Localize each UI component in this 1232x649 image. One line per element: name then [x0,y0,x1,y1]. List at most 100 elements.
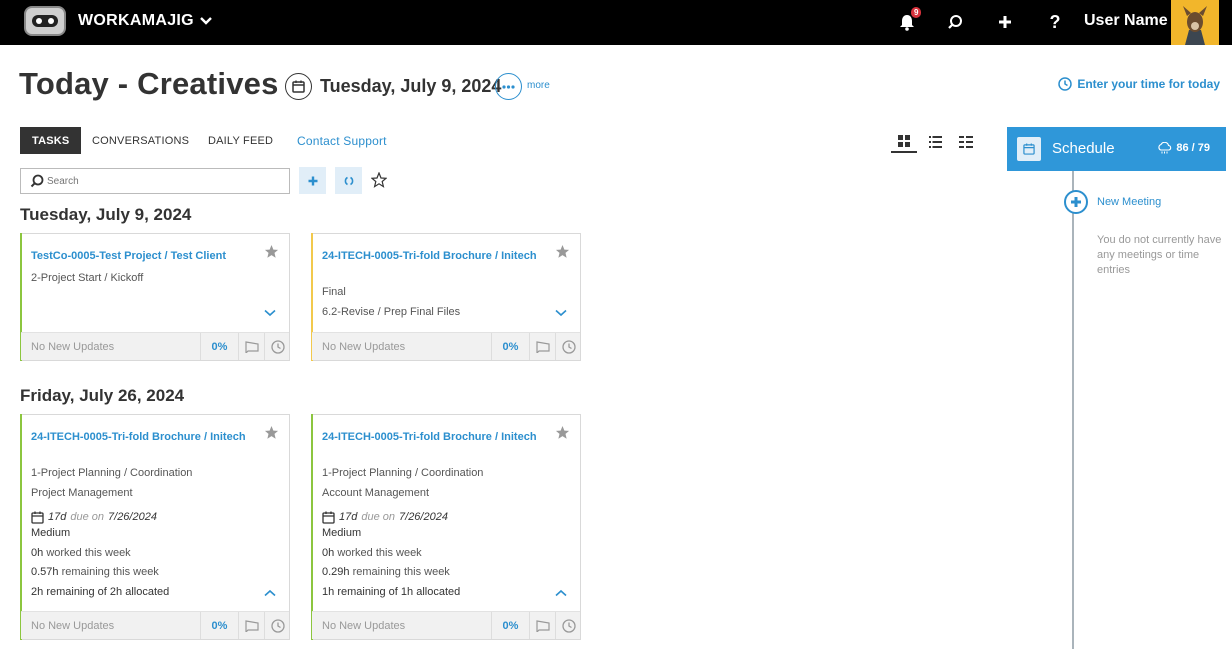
create-button[interactable] [993,10,1017,34]
task-phase: 1-Project Planning / Coordination [31,467,193,479]
list-view-icon [928,136,942,148]
due-date: 7/26/2024 [399,511,448,523]
add-task-button[interactable] [299,167,326,194]
plus-icon [999,16,1011,28]
time-entry-button[interactable] [555,612,581,639]
refresh-icon [344,176,353,185]
contact-support-link[interactable]: Contact Support [285,127,399,154]
task-title[interactable]: 24-ITECH-0005-Tri-fold Brochure / Initec… [322,248,542,264]
worked-this-week: 0h worked this week [31,546,131,560]
schedule-timeline [1072,171,1074,649]
search-button[interactable] [943,10,967,34]
robot-logo-icon[interactable] [24,6,66,36]
remaining-text: remaining this week [352,566,450,578]
worked-text: worked this week [337,547,422,559]
plus-icon [308,176,317,185]
ellipsis-icon [502,84,515,89]
message-button[interactable] [529,612,555,639]
grid-view-button[interactable] [891,131,917,153]
alloc-end: allocated [125,586,170,598]
remaining-text: remaining this week [61,566,159,578]
allocation: 1h remaining of 1h allocated [322,585,460,599]
task-title[interactable]: 24-ITECH-0005-Tri-fold Brochure / Initec… [322,429,542,445]
clock-icon [561,339,576,354]
due-info: 17d due on 7/26/2024 [31,510,157,524]
percent-complete[interactable]: 0% [491,612,529,639]
notification-count-badge: 9 [911,7,922,18]
empty-schedule-message: You do not currently have any meetings o… [1097,234,1222,276]
alloc-remaining: 2h [31,586,44,598]
task-card[interactable]: 24-ITECH-0005-Tri-fold Brochure / Initec… [311,233,581,361]
message-button[interactable] [529,333,555,360]
message-icon [244,619,259,632]
star-icon[interactable] [555,425,570,440]
schedule-label: Schedule [1052,140,1115,157]
new-meeting-label[interactable]: New Meeting [1097,196,1161,208]
enter-time-label: Enter your time for today [1077,77,1220,91]
app-switcher[interactable]: WORKAMAJIG [78,12,212,30]
tab-daily-feed[interactable]: DAILY FEED [196,127,285,154]
compact-list-view-button[interactable] [953,131,979,153]
tab-tasks[interactable]: TASKS [20,127,82,154]
calendar-icon [1017,137,1041,161]
list-view-button[interactable] [922,131,948,153]
percent-complete[interactable]: 0% [491,333,529,360]
task-stage: Final [322,286,346,298]
help-button[interactable]: ? [1043,10,1067,34]
due-word: due on [70,511,105,523]
due-date: 7/26/2024 [108,511,157,523]
date-picker-button[interactable] [285,73,312,100]
message-button[interactable] [238,333,264,360]
plus-icon [1071,197,1081,207]
calendar-icon [322,511,335,524]
star-icon[interactable] [264,244,279,259]
message-icon [535,340,550,353]
search-icon [948,15,962,29]
remaining-hours: 0.29h [322,566,350,578]
chevron-up-icon[interactable] [264,589,276,597]
task-title[interactable]: 24-ITECH-0005-Tri-fold Brochure / Initec… [31,429,251,445]
chevron-down-icon[interactable] [264,309,276,317]
search-input[interactable] [47,173,277,189]
schedule-header[interactable]: Schedule 86 / 79 [1007,127,1226,171]
user-name[interactable]: User Name [1084,12,1168,30]
enter-time-link[interactable]: Enter your time for today [1058,77,1220,91]
calendar-icon [292,80,305,93]
chevron-down-icon [200,17,212,25]
message-icon [244,340,259,353]
chevron-up-icon[interactable] [555,589,567,597]
favorites-filter-button[interactable] [370,171,388,193]
star-icon[interactable] [555,244,570,259]
new-meeting-button[interactable] [1064,190,1088,214]
updates-status: No New Updates [322,341,406,353]
due-info: 17d due on 7/26/2024 [322,510,448,524]
user-avatar[interactable] [1171,0,1219,45]
more-button[interactable] [495,73,522,100]
time-entry-button[interactable] [555,333,581,360]
task-card[interactable]: 24-ITECH-0005-Tri-fold Brochure / Initec… [311,414,581,640]
star-icon[interactable] [264,425,279,440]
task-card[interactable]: 24-ITECH-0005-Tri-fold Brochure / Initec… [20,414,290,640]
message-button[interactable] [238,612,264,639]
remaining-this-week: 0.29h remaining this week [322,565,450,579]
worked-this-week: 0h worked this week [322,546,422,560]
percent-complete[interactable]: 0% [200,333,238,360]
alloc-total: 1h [400,586,414,598]
grid-view-icon [898,135,910,147]
time-entry-button[interactable] [264,612,290,639]
time-entry-button[interactable] [264,333,290,360]
tab-conversations[interactable]: CONVERSATIONS [80,127,201,154]
worked-hours: 0h [31,547,44,559]
refresh-button[interactable] [335,167,362,194]
app-name: WORKAMAJIG [78,12,194,29]
more-label[interactable]: more [527,80,550,91]
task-duration: 17d [339,511,358,523]
percent-complete[interactable]: 0% [200,612,238,639]
chevron-down-icon[interactable] [555,309,567,317]
task-card[interactable]: TestCo-0005-Test Project / Test Client 2… [20,233,290,361]
task-role: Project Management [31,487,133,499]
updates-status: No New Updates [322,620,406,632]
task-title[interactable]: TestCo-0005-Test Project / Test Client [31,248,251,264]
task-priority: Medium [322,527,362,539]
search-icon [30,174,44,188]
